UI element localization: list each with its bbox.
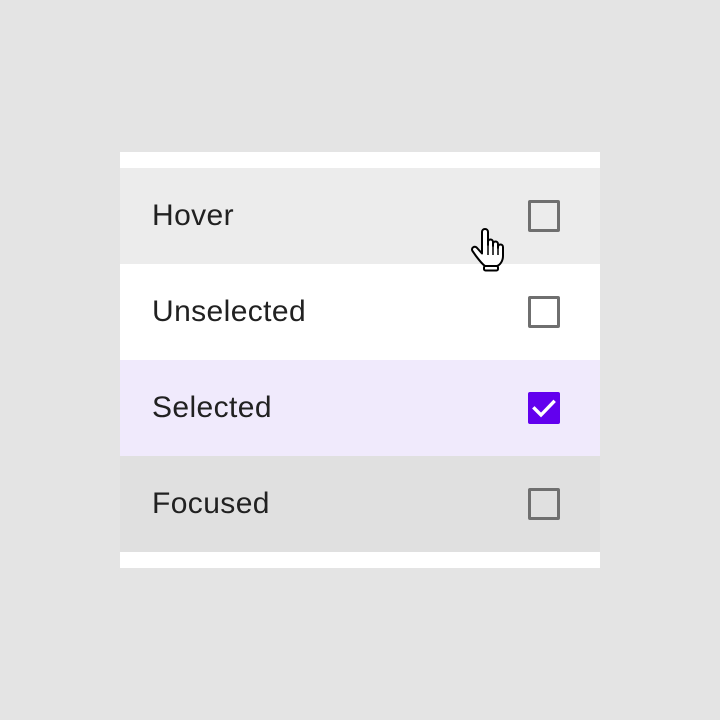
list-item-label: Unselected <box>152 295 307 328</box>
hand-pointer-icon <box>471 228 504 272</box>
list-card: Hover Unselected Selected Focused <box>120 152 600 568</box>
check-icon <box>532 399 556 418</box>
checkbox-unselected[interactable] <box>528 296 560 328</box>
checkbox-hover[interactable] <box>528 200 560 232</box>
list-item-focused[interactable]: Focused <box>120 456 600 552</box>
checkbox-selected[interactable] <box>528 392 560 424</box>
list-item-label: Focused <box>152 487 270 520</box>
checkbox-focused[interactable] <box>528 488 560 520</box>
list-item-label: Hover <box>152 199 235 232</box>
list-item-unselected[interactable]: Unselected <box>120 264 600 360</box>
list-item-label: Selected <box>152 391 272 424</box>
checkbox-list: Hover Unselected Selected Focused <box>120 168 600 552</box>
list-item-hover[interactable]: Hover <box>120 168 600 264</box>
list-item-selected[interactable]: Selected <box>120 360 600 456</box>
